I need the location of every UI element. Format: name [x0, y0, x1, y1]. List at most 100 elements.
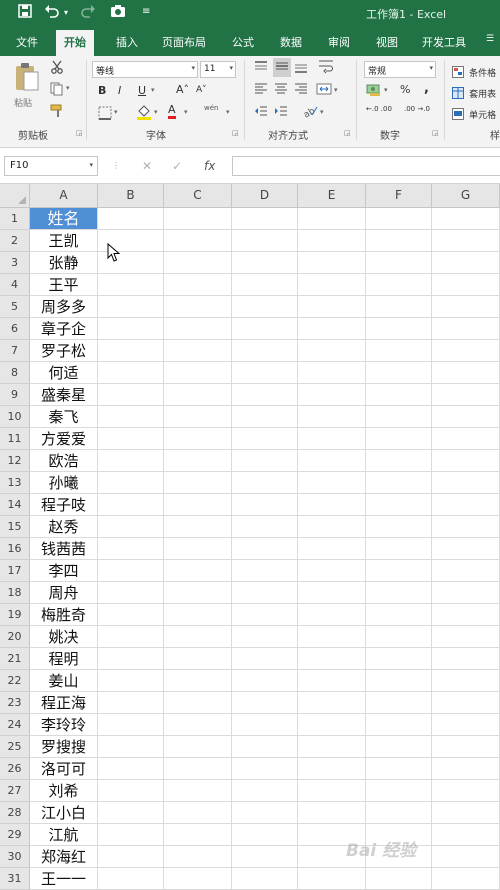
- cell[interactable]: [164, 208, 232, 230]
- cell[interactable]: [432, 208, 500, 230]
- undo-dropdown-icon[interactable]: ▾: [64, 8, 68, 17]
- cell[interactable]: [366, 274, 432, 296]
- cell[interactable]: [232, 340, 298, 362]
- align-center-icon[interactable]: [274, 82, 288, 99]
- decrease-indent-icon[interactable]: [254, 104, 268, 121]
- cell[interactable]: [298, 274, 366, 296]
- cell[interactable]: [232, 318, 298, 340]
- row-header[interactable]: 6: [0, 318, 30, 340]
- cell[interactable]: [366, 626, 432, 648]
- row-header[interactable]: 26: [0, 758, 30, 780]
- cell[interactable]: [164, 868, 232, 890]
- cell[interactable]: [298, 780, 366, 802]
- cell[interactable]: [98, 450, 164, 472]
- cell[interactable]: [98, 362, 164, 384]
- cell[interactable]: [232, 670, 298, 692]
- cell[interactable]: [432, 670, 500, 692]
- cell[interactable]: [298, 736, 366, 758]
- cell[interactable]: [164, 252, 232, 274]
- cell[interactable]: [366, 318, 432, 340]
- cell[interactable]: [164, 472, 232, 494]
- align-left-icon[interactable]: [254, 82, 268, 99]
- cell[interactable]: [432, 780, 500, 802]
- cell[interactable]: [432, 692, 500, 714]
- cell[interactable]: [232, 648, 298, 670]
- cell[interactable]: [98, 494, 164, 516]
- decrease-font-button[interactable]: A˅: [196, 85, 207, 95]
- cell[interactable]: [98, 516, 164, 538]
- row-header[interactable]: 16: [0, 538, 30, 560]
- tab-developer[interactable]: 开发工具: [422, 34, 466, 50]
- font-color-dropdown-icon[interactable]: ▾: [184, 108, 188, 116]
- cell[interactable]: [232, 494, 298, 516]
- increase-indent-icon[interactable]: [274, 104, 288, 121]
- conditional-format-button[interactable]: 条件格: [452, 61, 500, 79]
- cell-styles-button[interactable]: 单元格: [452, 103, 500, 121]
- cell[interactable]: [232, 362, 298, 384]
- name-cell[interactable]: 姜山: [30, 670, 98, 692]
- row-header[interactable]: 11: [0, 428, 30, 450]
- cell[interactable]: [366, 494, 432, 516]
- camera-icon[interactable]: [110, 4, 126, 22]
- cell[interactable]: [432, 824, 500, 846]
- cell[interactable]: [298, 296, 366, 318]
- cell[interactable]: [98, 604, 164, 626]
- name-cell[interactable]: 张静: [30, 252, 98, 274]
- paste-button[interactable]: 粘贴: [12, 62, 42, 112]
- name-cell[interactable]: 程子吱: [30, 494, 98, 516]
- cell[interactable]: [232, 780, 298, 802]
- cell[interactable]: [98, 560, 164, 582]
- name-cell[interactable]: 欧浩: [30, 450, 98, 472]
- font-color-button[interactable]: A: [168, 103, 176, 119]
- name-cell[interactable]: 周舟: [30, 582, 98, 604]
- cell[interactable]: [98, 648, 164, 670]
- italic-button[interactable]: I: [118, 84, 121, 97]
- tab-home[interactable]: 开始: [56, 30, 94, 56]
- row-header[interactable]: 2: [0, 230, 30, 252]
- row-header[interactable]: 3: [0, 252, 30, 274]
- cell[interactable]: [432, 626, 500, 648]
- cell[interactable]: [432, 362, 500, 384]
- align-bottom-icon[interactable]: [294, 60, 308, 77]
- cell[interactable]: [432, 736, 500, 758]
- underline-dropdown-icon[interactable]: ▾: [151, 86, 155, 94]
- cell[interactable]: [98, 626, 164, 648]
- border-dropdown-icon[interactable]: ▾: [114, 108, 118, 116]
- row-header[interactable]: 14: [0, 494, 30, 516]
- cell[interactable]: [366, 802, 432, 824]
- cell[interactable]: [432, 560, 500, 582]
- cancel-button[interactable]: ✕: [142, 159, 152, 173]
- cell[interactable]: [98, 318, 164, 340]
- border-icon[interactable]: [98, 106, 112, 123]
- name-cell[interactable]: 周多多: [30, 296, 98, 318]
- name-cell[interactable]: 盛秦星: [30, 384, 98, 406]
- cell[interactable]: [298, 472, 366, 494]
- cell[interactable]: [366, 362, 432, 384]
- cell[interactable]: [98, 758, 164, 780]
- name-cell[interactable]: 罗子松: [30, 340, 98, 362]
- cell[interactable]: [432, 230, 500, 252]
- cell[interactable]: [232, 692, 298, 714]
- cell[interactable]: [366, 230, 432, 252]
- cell[interactable]: [164, 296, 232, 318]
- cell[interactable]: [232, 604, 298, 626]
- cell[interactable]: [432, 582, 500, 604]
- cell[interactable]: [298, 494, 366, 516]
- cell[interactable]: [366, 472, 432, 494]
- cell[interactable]: [366, 780, 432, 802]
- cell[interactable]: [164, 802, 232, 824]
- row-header[interactable]: 23: [0, 692, 30, 714]
- cell[interactable]: [366, 582, 432, 604]
- comma-button[interactable]: ,: [424, 81, 429, 96]
- cell[interactable]: [432, 714, 500, 736]
- phonetic-dropdown-icon[interactable]: ▾: [226, 108, 230, 116]
- cell[interactable]: [98, 802, 164, 824]
- row-header[interactable]: 25: [0, 736, 30, 758]
- cell[interactable]: [164, 450, 232, 472]
- cell[interactable]: [164, 274, 232, 296]
- row-header[interactable]: 9: [0, 384, 30, 406]
- name-cell[interactable]: 章子企: [30, 318, 98, 340]
- cell[interactable]: [298, 450, 366, 472]
- percent-button[interactable]: %: [400, 83, 410, 96]
- increase-font-button[interactable]: A˄: [176, 83, 189, 96]
